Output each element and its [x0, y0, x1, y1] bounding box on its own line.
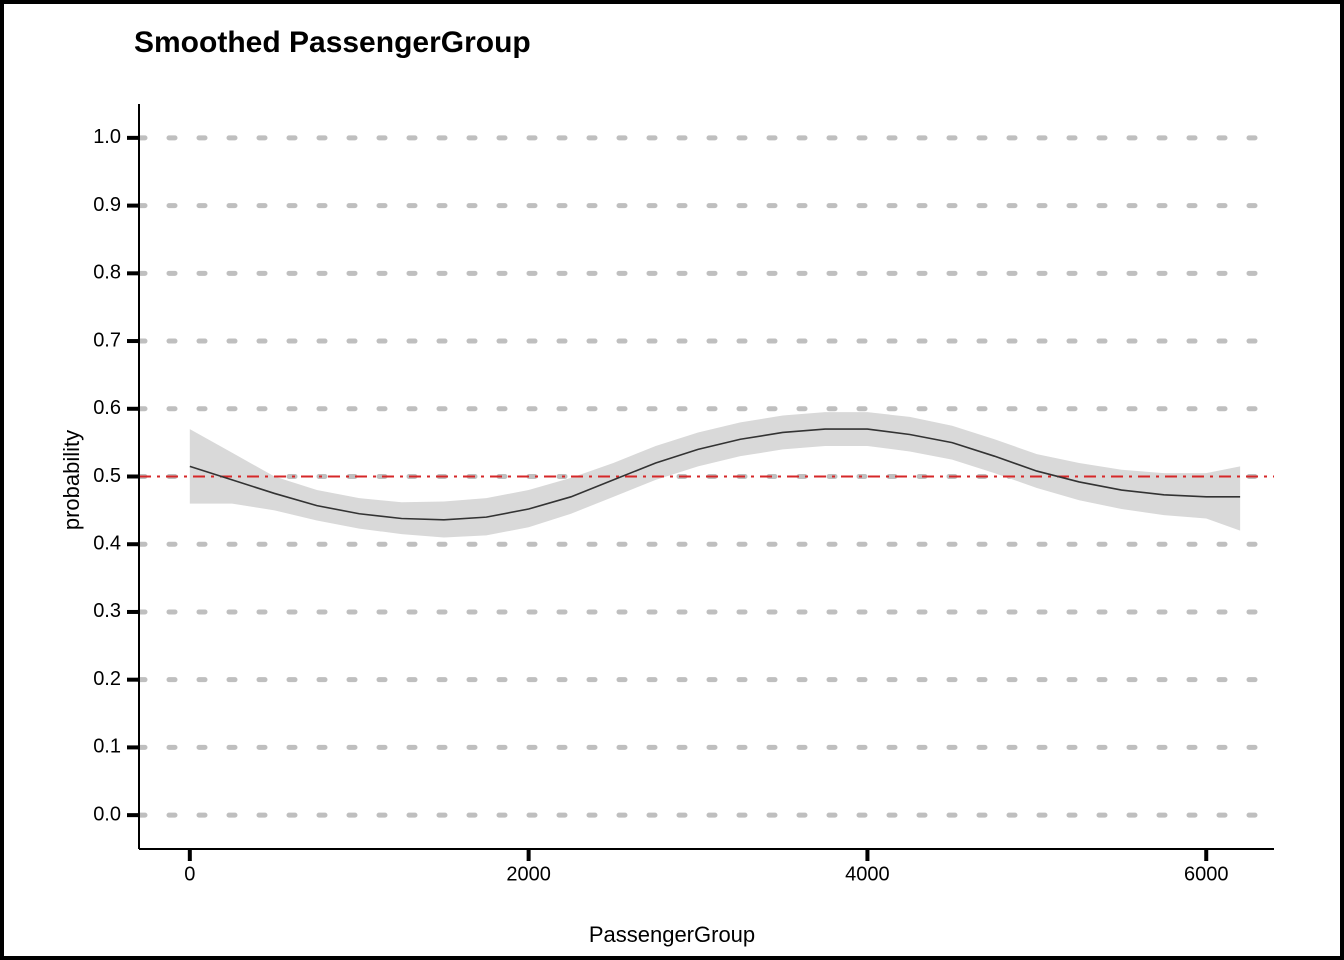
x-axis-label: PassengerGroup: [589, 922, 755, 948]
y-tick-label: 0.7: [93, 329, 121, 351]
y-tick-label: 0.1: [93, 736, 121, 758]
y-tick-label: 0.8: [93, 262, 121, 284]
y-tick-label: 0.6: [93, 397, 121, 419]
y-tick-label: 0.5: [93, 465, 121, 487]
y-tick-label: 0.3: [93, 600, 121, 622]
x-tick-label: 2000: [506, 864, 551, 886]
y-tick-label: 1.0: [93, 126, 121, 148]
y-tick-label: 0.2: [93, 668, 121, 690]
x-tick-label: 6000: [1184, 864, 1229, 886]
chart-title: Smoothed PassengerGroup: [134, 26, 531, 60]
y-tick-label: 0.4: [93, 533, 121, 555]
chart-frame: Smoothed PassengerGroup probability 0.00…: [0, 0, 1344, 960]
x-tick-label: 4000: [845, 864, 890, 886]
plot-area: 0.0 0.1 0.2 0.3 0.4 0.5 0.6 0.7 0.8 0.9 1.0 0 2000 40…: [59, 94, 1289, 924]
x-tick-label: 0: [184, 864, 195, 886]
chart-svg: 0.0 0.1 0.2 0.3 0.4 0.5 0.6 0.7 0.8 0.9 1.0 0 2000 40…: [59, 94, 1289, 924]
y-tick-label: 0.9: [93, 194, 121, 216]
y-tick-label: 0.0: [93, 803, 121, 825]
